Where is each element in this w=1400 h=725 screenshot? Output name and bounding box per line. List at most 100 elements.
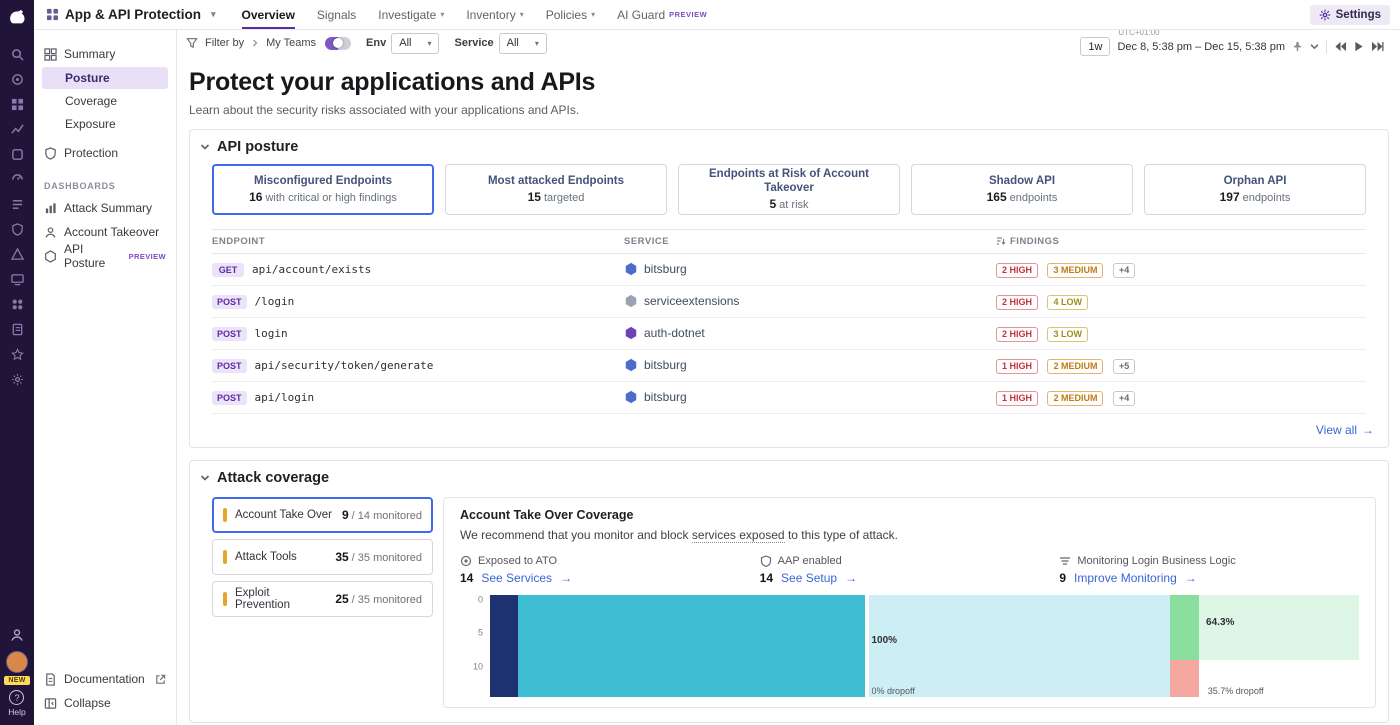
view-all-link[interactable]: View all (190, 414, 1388, 447)
sidebar: Summary Posture Coverage Exposure Protec… (34, 30, 177, 725)
env-select[interactable]: All (391, 33, 439, 54)
tab-investigate[interactable]: Investigate (378, 0, 444, 29)
sidebar-item-attack-summary[interactable]: Attack Summary (34, 196, 176, 220)
help-icon[interactable]: ? (9, 690, 24, 705)
my-teams-label[interactable]: My Teams (266, 37, 316, 49)
page-subtitle: Learn about the security risks associate… (189, 103, 1386, 117)
chevron-down-icon (200, 142, 210, 152)
skip-forward-icon[interactable] (1371, 41, 1384, 52)
rail-icon-logs[interactable] (9, 197, 25, 213)
severity-badge: 2 HIGH (996, 327, 1038, 342)
more-findings-badge[interactable]: +4 (1113, 391, 1135, 406)
rail-icon-user[interactable] (9, 627, 25, 643)
tab-policies[interactable]: Policies (546, 0, 595, 29)
rail-icon-synthetics[interactable] (9, 247, 25, 263)
arrow-right-icon[interactable] (560, 571, 572, 585)
card-orphan-api[interactable]: Orphan API 197endpoints (1144, 164, 1366, 215)
tab-overview[interactable]: Overview (242, 0, 295, 29)
rail-icon-integrations[interactable] (9, 297, 25, 313)
card-shadow-api[interactable]: Shadow API 165endpoints (911, 164, 1133, 215)
see-setup-link[interactable]: See Setup (781, 571, 837, 585)
arrow-right-icon[interactable] (845, 571, 857, 585)
table-row[interactable]: POSTapi/security/token/generate bitsburg… (212, 350, 1366, 382)
more-findings-badge[interactable]: +4 (1113, 263, 1135, 278)
arrow-right-icon[interactable] (1185, 571, 1197, 585)
play-icon[interactable] (1354, 41, 1364, 52)
api-posture-header[interactable]: API posture (190, 130, 1388, 162)
collapse-icon (44, 697, 57, 710)
chevron-down-icon[interactable] (1310, 42, 1319, 51)
services-exposed-link[interactable]: services exposed (692, 528, 785, 543)
rail-icon-security[interactable] (9, 222, 25, 238)
tab-ai-guard[interactable]: AI Guard PREVIEW (617, 0, 707, 29)
settings-button[interactable]: Settings (1310, 5, 1390, 25)
main-content: Protect your applications and APIs Learn… (177, 56, 1400, 725)
funnel-label-dropoff: 35.7% dropoff (1208, 686, 1264, 696)
column-endpoint[interactable]: ENDPOINT (212, 236, 624, 247)
table-row[interactable]: POSTlogin auth-dotnet 2 HIGH 3 LOW (212, 318, 1366, 350)
rail-icon-search[interactable] (9, 47, 25, 63)
date-range[interactable]: Dec 8, 5:38 pm – Dec 15, 5:38 pm (1117, 41, 1285, 53)
see-services-link[interactable]: See Services (481, 571, 552, 585)
card-account-take-over[interactable]: Account Take Over 9/ 14 monitored (212, 497, 433, 533)
table-row[interactable]: POSTapi/login bitsburg 1 HIGH 2 MEDIUM +… (212, 382, 1366, 414)
rail-icon-notebooks[interactable] (9, 322, 25, 338)
service-link[interactable]: serviceextensions (624, 294, 996, 308)
app-window: NEW ? Help App & API Protection Overview… (0, 0, 1400, 725)
funnel-label-dropoff: 0% dropoff (871, 686, 914, 696)
improve-monitoring-link[interactable]: Improve Monitoring (1074, 571, 1177, 585)
stat-aap-enabled: AAP enabled 14See Setup (760, 555, 1060, 585)
severity-badge: 1 HIGH (996, 359, 1038, 374)
person-icon (44, 226, 57, 239)
service-icon (624, 358, 638, 372)
column-service[interactable]: SERVICE (624, 236, 996, 247)
rail-icon-rum[interactable] (9, 272, 25, 288)
tab-inventory[interactable]: Inventory (466, 0, 523, 29)
tab-signals[interactable]: Signals (317, 0, 356, 29)
sidebar-item-protection[interactable]: Protection (34, 141, 176, 165)
datadog-logo-icon[interactable] (6, 6, 28, 28)
help-label[interactable]: Help (8, 707, 25, 717)
service-link[interactable]: bitsburg (624, 390, 996, 404)
rail-icon-watchdog[interactable] (9, 72, 25, 88)
filter-by-label[interactable]: Filter by (205, 37, 244, 49)
rail-icon-apm[interactable] (9, 172, 25, 188)
sidebar-item-posture[interactable]: Posture (42, 67, 168, 89)
my-teams-toggle[interactable] (325, 37, 351, 50)
skip-back-icon[interactable] (1334, 41, 1347, 52)
sidebar-item-coverage[interactable]: Coverage (42, 90, 168, 112)
service-link[interactable]: auth-dotnet (624, 326, 996, 340)
stat-monitoring-login: Monitoring Login Business Logic 9Improve… (1059, 555, 1359, 585)
service-select[interactable]: All (499, 33, 547, 54)
sidebar-item-account-takeover[interactable]: Account Takeover (34, 220, 176, 244)
card-exploit-prevention[interactable]: Exploit Prevention 25/ 35 monitored (212, 581, 433, 617)
rail-icon-infrastructure[interactable] (9, 147, 25, 163)
card-attack-tools[interactable]: Attack Tools 35/ 35 monitored (212, 539, 433, 575)
more-findings-badge[interactable]: +5 (1113, 359, 1135, 374)
sidebar-item-documentation[interactable]: Documentation (34, 667, 176, 691)
page-heading: Protect your applications and APIs (189, 68, 1386, 97)
rail-icon-monitors[interactable] (9, 347, 25, 363)
sidebar-collapse-button[interactable]: Collapse (34, 691, 176, 715)
card-most-attacked-endpoints[interactable]: Most attacked Endpoints 15targeted (445, 164, 667, 215)
pin-icon[interactable] (1292, 41, 1303, 52)
method-badge: POST (212, 391, 247, 405)
time-range-shortcut[interactable]: 1w (1080, 37, 1110, 56)
service-link[interactable]: bitsburg (624, 358, 996, 372)
attack-coverage-header[interactable]: Attack coverage (190, 461, 1388, 493)
table-row[interactable]: GETapi/account/exists bitsburg 2 HIGH 3 … (212, 254, 1366, 286)
sidebar-item-exposure[interactable]: Exposure (42, 113, 168, 135)
rail-icon-metrics[interactable] (9, 122, 25, 138)
sidebar-item-summary[interactable]: Summary (34, 42, 176, 66)
card-misconfigured-endpoints[interactable]: Misconfigured Endpoints 16with critical … (212, 164, 434, 215)
app-switcher[interactable]: App & API Protection (46, 7, 216, 22)
user-avatar[interactable] (6, 651, 28, 673)
funnel-stats: Exposed to ATO 14See Services AAP enable… (460, 555, 1359, 585)
table-row[interactable]: POST/login serviceextensions 2 HIGH 4 LO… (212, 286, 1366, 318)
column-findings[interactable]: FINDINGS (996, 236, 1366, 247)
sidebar-item-api-posture[interactable]: API Posture PREVIEW (34, 244, 176, 268)
rail-icon-settings[interactable] (9, 372, 25, 388)
card-endpoints-at-risk-ato[interactable]: Endpoints at Risk of Account Takeover 5a… (678, 164, 900, 215)
rail-icon-dashboards[interactable] (9, 97, 25, 113)
service-link[interactable]: bitsburg (624, 262, 996, 276)
